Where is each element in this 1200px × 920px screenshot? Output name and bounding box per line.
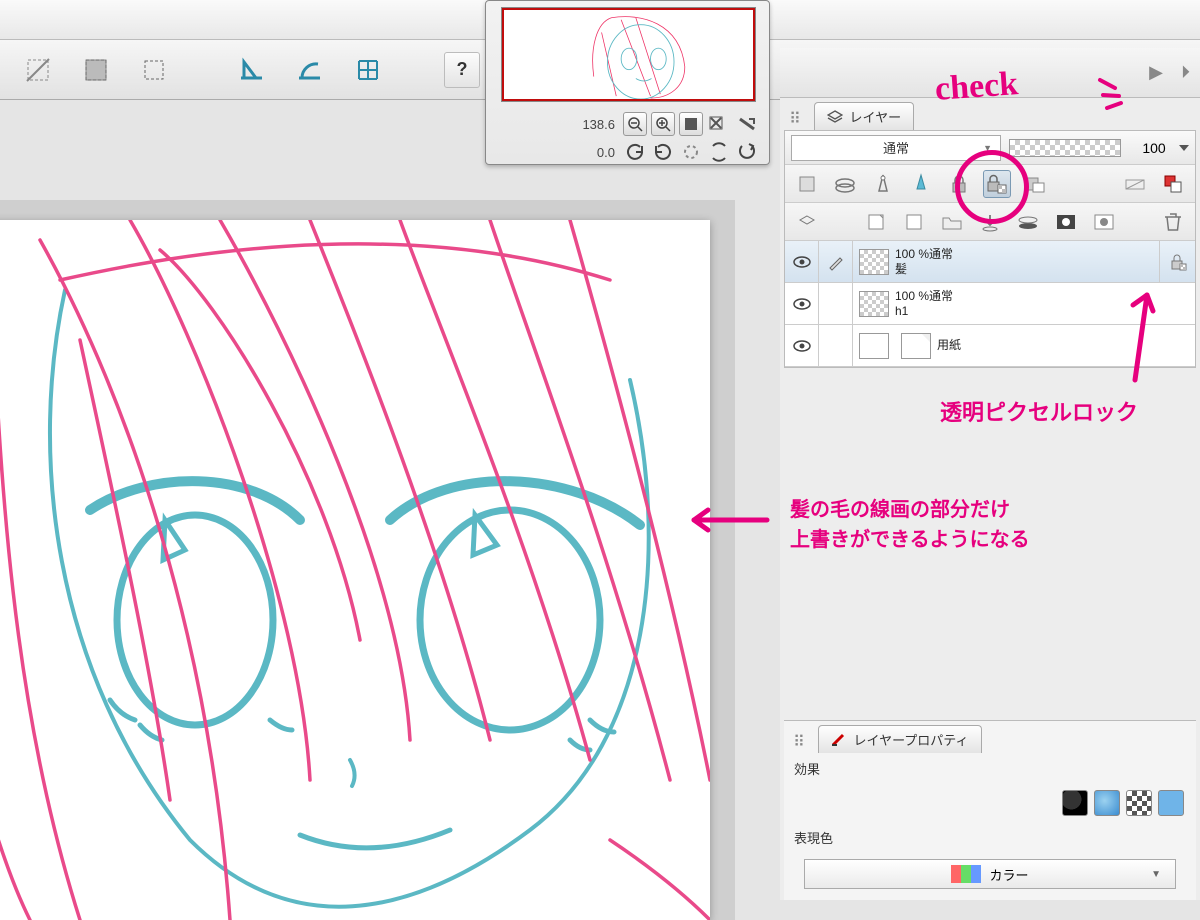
layer-panel-head: ⠿ レイヤー: [780, 98, 1200, 130]
effect-swatches: [784, 784, 1196, 822]
layer-list: 100 %通常 髪 100 %通常 h1 用紙: [785, 241, 1195, 367]
visibility-toggle[interactable]: [785, 283, 819, 324]
layer-color-icon[interactable]: [907, 170, 935, 198]
layer-dropdown-icon[interactable]: [793, 208, 821, 236]
navigator-panel: 138.6 0.0: [485, 0, 770, 165]
edit-indicator[interactable]: [819, 283, 853, 324]
apply-mask-icon[interactable]: [1090, 208, 1118, 236]
snap-perpendicular-icon[interactable]: [234, 52, 270, 88]
layer-lock-indicator: [1159, 241, 1195, 282]
layer-item-paper[interactable]: 用紙: [785, 325, 1195, 367]
new-layer-icon[interactable]: [862, 208, 890, 236]
rotate-ccw-icon[interactable]: [623, 140, 647, 164]
visibility-toggle[interactable]: [785, 325, 819, 366]
snap-grid-icon[interactable]: [350, 52, 386, 88]
zoom-out-icon[interactable]: [623, 112, 647, 136]
paper-icon: [901, 333, 931, 359]
canvas-area: [0, 200, 735, 920]
express-color-label: 表現色: [784, 822, 1196, 853]
layer-name: 用紙: [937, 338, 961, 352]
layer-opacity-label: 100 %通常: [895, 289, 953, 303]
flip-horizontal-icon[interactable]: [707, 140, 731, 164]
layer-tab-label: レイヤー: [849, 107, 901, 126]
fit-width-icon[interactable]: [707, 112, 731, 136]
effect-layercolor-icon[interactable]: [1158, 790, 1184, 816]
lock-layer-icon[interactable]: [945, 170, 973, 198]
select-invert-icon[interactable]: [78, 52, 114, 88]
transfer-down-icon[interactable]: [976, 208, 1004, 236]
new-layer-2-icon[interactable]: [900, 208, 928, 236]
effect-tone-icon[interactable]: [1094, 790, 1120, 816]
enable-mask-icon[interactable]: [1021, 170, 1049, 198]
rotate-cw-icon[interactable]: [651, 140, 675, 164]
dock-header: ▶ ⏵: [780, 48, 1200, 98]
help-button[interactable]: ?: [444, 52, 480, 88]
panel-grip-icon[interactable]: ⠿: [786, 109, 804, 129]
layer-property-tab[interactable]: レイヤープロパティ: [818, 725, 981, 753]
scroll-end-icon[interactable]: ⏵: [1181, 62, 1190, 83]
layer-name: h1: [895, 304, 953, 318]
scroll-right-icon[interactable]: ▶: [1149, 62, 1163, 83]
color-mode-select[interactable]: カラー: [804, 859, 1176, 889]
delete-layer-icon[interactable]: [1159, 208, 1187, 236]
fit-screen-icon[interactable]: [679, 112, 703, 136]
layer-property-panel: ⠿ レイヤープロパティ 効果 表現色 カラー: [784, 720, 1196, 900]
layer-panel: 通常 100: [784, 130, 1196, 368]
effect-border-icon[interactable]: [1062, 790, 1088, 816]
flip-vertical-icon[interactable]: [735, 140, 759, 164]
visibility-toggle[interactable]: [785, 241, 819, 282]
layers-icon: [827, 110, 843, 124]
zoom-value: 138.6: [560, 117, 615, 132]
color-mode-label: カラー: [989, 865, 1028, 884]
lock-transparent-pixels-button[interactable]: [983, 170, 1011, 198]
layer-item-hair[interactable]: 100 %通常 髪: [785, 241, 1195, 283]
ruler-visibility-icon[interactable]: [1121, 170, 1149, 198]
layer-thumbnail: [859, 249, 889, 275]
layer-toolbar-2: [785, 203, 1195, 241]
layer-opacity-label: 100 %通常: [895, 247, 953, 261]
layer-color-swatch-icon[interactable]: [1159, 170, 1187, 198]
select-deselect-icon[interactable]: [20, 52, 56, 88]
zoom-in-icon[interactable]: [651, 112, 675, 136]
layer-thumbnail: [859, 291, 889, 317]
opacity-stepper-icon[interactable]: [1179, 145, 1189, 151]
new-folder-icon[interactable]: [938, 208, 966, 236]
canvas[interactable]: [0, 220, 710, 920]
navigator-preview[interactable]: [501, 7, 756, 102]
merge-down-icon[interactable]: [1014, 208, 1042, 236]
edit-indicator[interactable]: [819, 325, 853, 366]
rotation-value: 0.0: [560, 145, 615, 160]
layer-thumbnail: [859, 333, 889, 359]
blend-mode-select[interactable]: 通常: [791, 135, 1001, 161]
fit-height-icon[interactable]: [735, 112, 759, 136]
opacity-value: 100: [1129, 140, 1179, 156]
reset-rotation-icon[interactable]: [679, 140, 703, 164]
edit-indicator[interactable]: [819, 241, 853, 282]
layer-tab[interactable]: レイヤー: [814, 102, 914, 130]
layer-name: 髪: [895, 262, 953, 276]
select-all-icon[interactable]: [136, 52, 172, 88]
layer-item-h1[interactable]: 100 %通常 h1: [785, 283, 1195, 325]
effect-pattern-icon[interactable]: [1126, 790, 1152, 816]
reference-layer-icon[interactable]: [831, 170, 859, 198]
draft-layer-icon[interactable]: [869, 170, 897, 198]
layer-toolbar-1: [785, 165, 1195, 203]
right-dock: ▶ ⏵ ⠿ レイヤー 通常 100: [780, 48, 1200, 900]
property-icon: [831, 733, 847, 747]
clip-mask-icon[interactable]: [793, 170, 821, 198]
effect-label: 効果: [784, 753, 1196, 784]
property-tab-label: レイヤープロパティ: [853, 730, 968, 749]
snap-angle-icon[interactable]: [292, 52, 328, 88]
create-mask-icon[interactable]: [1052, 208, 1080, 236]
panel-grip-icon[interactable]: ⠿: [790, 732, 808, 752]
opacity-slider[interactable]: [1009, 139, 1121, 157]
